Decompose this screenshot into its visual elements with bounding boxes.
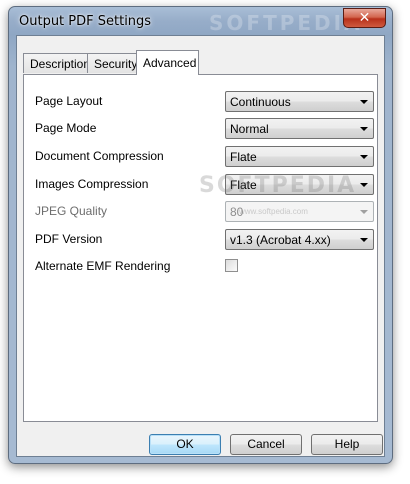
pdf-version-row: PDF Version v1.3 (Acrobat 4.xx)	[24, 229, 377, 251]
tab-description[interactable]: Description	[23, 53, 91, 73]
close-button[interactable]: ✕	[343, 8, 386, 28]
help-button[interactable]: Help	[311, 434, 383, 455]
title-bar[interactable]: Output PDF Settings SOFTPEDIA ✕	[9, 7, 392, 35]
alternate-emf-checkbox[interactable]	[225, 259, 238, 272]
chevron-down-icon	[360, 183, 368, 187]
alternate-emf-row: Alternate EMF Rendering	[24, 256, 377, 278]
ok-button[interactable]: OK	[149, 434, 221, 455]
tab-security[interactable]: Security	[87, 53, 137, 73]
tab-advanced-label: Advanced	[143, 56, 197, 70]
chevron-down-icon	[360, 238, 368, 242]
watermark-title: SOFTPEDIA	[209, 11, 363, 35]
jpeg-quality-row: JPEG Quality 80	[24, 201, 377, 223]
dialog-client-area: Description Security Advanced SOFTPEDIA …	[16, 35, 385, 457]
watermark-url: www.softpedia.com	[239, 207, 308, 216]
page-mode-select[interactable]: Normal	[225, 118, 374, 139]
document-compression-select[interactable]: Flate	[225, 146, 374, 167]
pdf-version-label: PDF Version	[35, 232, 103, 246]
chevron-down-icon	[360, 127, 368, 131]
tab-security-label: Security	[94, 57, 138, 71]
cancel-button-label: Cancel	[247, 437, 285, 451]
page-layout-value: Continuous	[230, 95, 291, 109]
document-compression-label: Document Compression	[35, 149, 164, 163]
chevron-down-icon	[360, 155, 368, 159]
document-compression-row: Document Compression Flate	[24, 146, 377, 168]
watermark: SOFTPEDIA	[199, 173, 357, 198]
chevron-down-icon	[360, 100, 368, 104]
window-title: Output PDF Settings	[19, 14, 152, 29]
tab-description-label: Description	[30, 57, 91, 71]
dialog-window: Output PDF Settings SOFTPEDIA ✕ Descript…	[8, 6, 393, 464]
close-icon: ✕	[358, 10, 371, 26]
ok-button-label: OK	[176, 437, 194, 451]
images-compression-label: Images Compression	[35, 177, 149, 191]
help-button-label: Help	[334, 437, 360, 451]
advanced-panel: SOFTPEDIA www.softpedia.com Page Layout …	[23, 74, 378, 422]
page-layout-row: Page Layout Continuous	[24, 91, 377, 113]
page-mode-label: Page Mode	[35, 121, 97, 135]
pdf-version-select[interactable]: v1.3 (Acrobat 4.xx)	[225, 229, 374, 250]
jpeg-quality-label: JPEG Quality	[35, 204, 108, 218]
pdf-version-value: v1.3 (Acrobat 4.xx)	[230, 233, 331, 247]
document-compression-value: Flate	[230, 150, 257, 164]
chevron-down-icon	[360, 210, 368, 214]
page-layout-select[interactable]: Continuous	[225, 91, 374, 112]
page-mode-row: Page Mode Normal	[24, 118, 377, 140]
page-layout-label: Page Layout	[35, 94, 103, 108]
alternate-emf-label: Alternate EMF Rendering	[35, 259, 171, 273]
cancel-button[interactable]: Cancel	[230, 434, 302, 455]
tab-advanced[interactable]: Advanced	[136, 50, 199, 75]
page-mode-value: Normal	[230, 122, 269, 136]
